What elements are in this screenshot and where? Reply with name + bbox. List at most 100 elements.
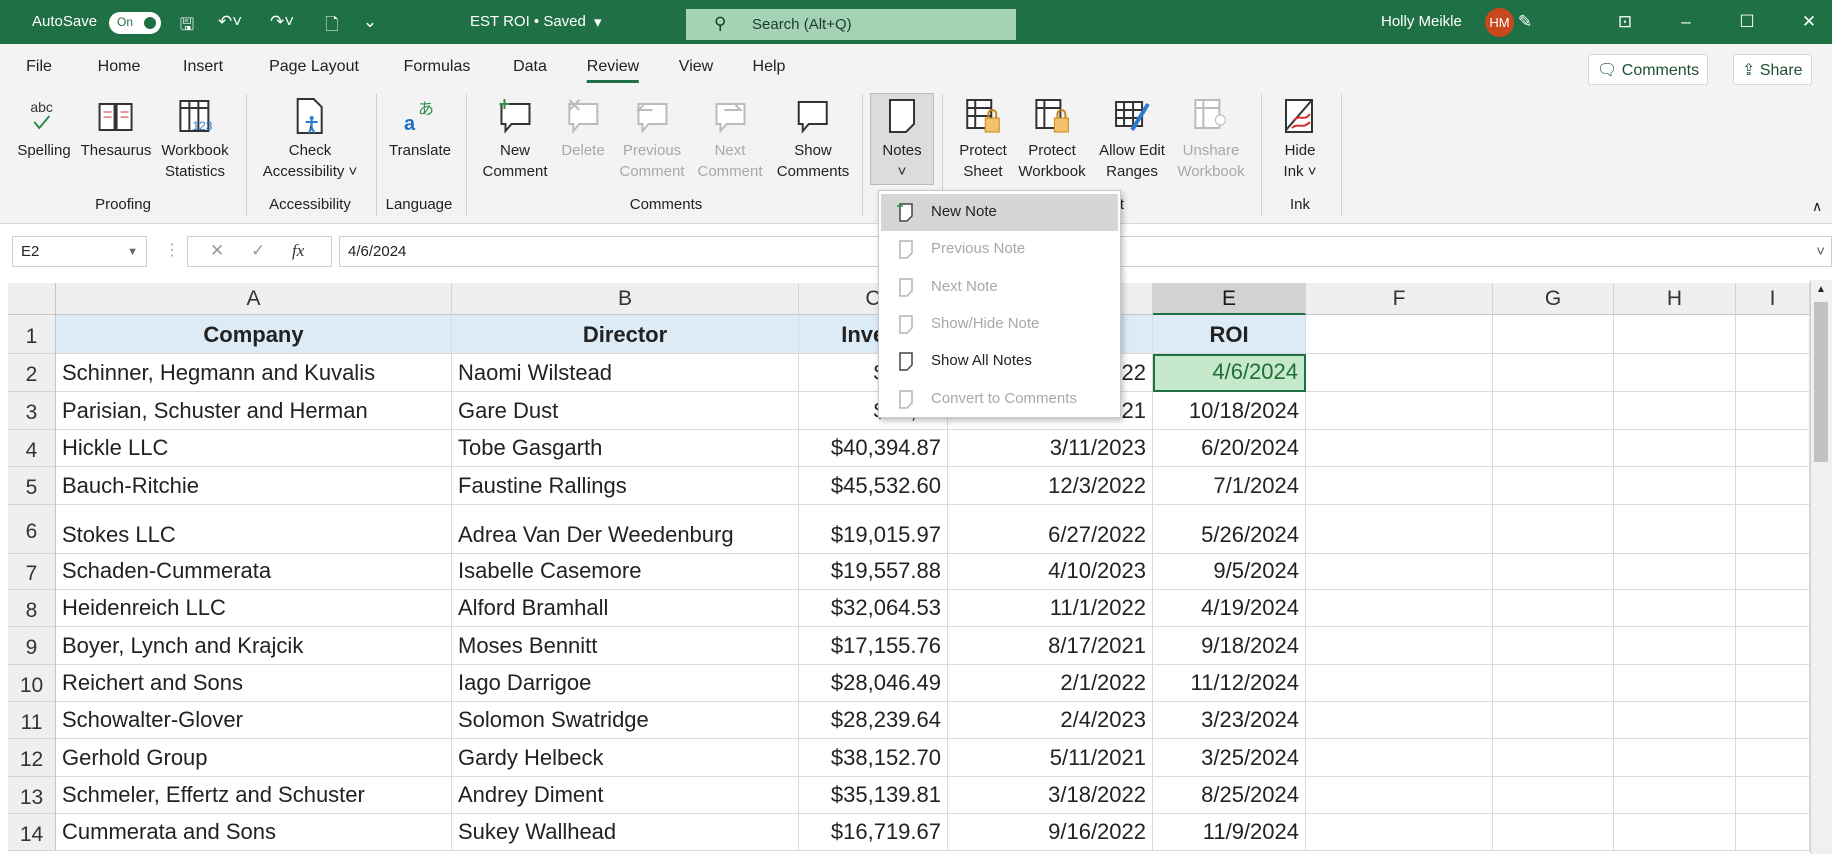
document-title[interactable]: EST ROI • Saved bbox=[470, 13, 586, 30]
protect-workbook-button[interactable]: Protect Workbook bbox=[1018, 96, 1086, 182]
next-comment-button[interactable]: Next Comment bbox=[697, 96, 763, 182]
cell[interactable] bbox=[1736, 554, 1810, 590]
chevron-down-icon[interactable]: ▾ bbox=[594, 13, 602, 31]
allow-edit-ranges-button[interactable]: Allow Edit Ranges bbox=[1099, 96, 1165, 182]
cell[interactable]: 12/3/2022 bbox=[948, 467, 1153, 505]
column-header-e[interactable]: E bbox=[1153, 283, 1306, 315]
column-header-h[interactable]: H bbox=[1614, 283, 1736, 315]
avatar[interactable]: HM bbox=[1485, 8, 1514, 37]
thesaurus-button[interactable]: Thesaurus bbox=[81, 96, 151, 161]
cell[interactable]: Schaden-Cummerata bbox=[56, 554, 452, 590]
cell[interactable] bbox=[1306, 665, 1493, 702]
cell[interactable] bbox=[1306, 505, 1493, 554]
cell[interactable] bbox=[1306, 814, 1493, 851]
save-icon[interactable]: 🖫 bbox=[175, 12, 199, 41]
cell[interactable] bbox=[1306, 430, 1493, 467]
cell[interactable]: $35,139.81 bbox=[799, 777, 948, 814]
cell[interactable]: 6/20/2024 bbox=[1153, 430, 1306, 467]
tab-review[interactable]: Review bbox=[586, 58, 640, 83]
cell[interactable] bbox=[1736, 505, 1810, 554]
cell[interactable] bbox=[1306, 392, 1493, 430]
cell[interactable] bbox=[1493, 392, 1614, 430]
cell[interactable] bbox=[1306, 354, 1493, 392]
cell[interactable] bbox=[1614, 665, 1736, 702]
cell[interactable]: Gardy Helbeck bbox=[452, 739, 799, 777]
cell[interactable]: Tobe Gasgarth bbox=[452, 430, 799, 467]
cell[interactable] bbox=[1306, 702, 1493, 739]
cell[interactable]: Schowalter-Glover bbox=[56, 702, 452, 739]
cell[interactable]: Reichert and Sons bbox=[56, 665, 452, 702]
cell[interactable]: $19,557.88 bbox=[799, 554, 948, 590]
cell[interactable] bbox=[1614, 739, 1736, 777]
row-header[interactable]: 13 bbox=[8, 777, 56, 814]
tab-formulas[interactable]: Formulas bbox=[404, 58, 471, 76]
cell[interactable]: Andrey Diment bbox=[452, 777, 799, 814]
cell[interactable] bbox=[1493, 814, 1614, 851]
cell[interactable]: 9/18/2024 bbox=[1153, 627, 1306, 665]
menu-item-next-note[interactable]: Next Note bbox=[881, 269, 1118, 306]
row-header[interactable]: 6 bbox=[8, 505, 56, 554]
tab-home[interactable]: Home bbox=[98, 58, 141, 76]
cell[interactable]: Sukey Wallhead bbox=[452, 814, 799, 851]
cell[interactable]: Isabelle Casemore bbox=[452, 554, 799, 590]
column-title-cell[interactable] bbox=[1493, 315, 1614, 354]
undo-icon[interactable]: ↶˅ bbox=[218, 12, 242, 32]
tab-insert[interactable]: Insert bbox=[183, 58, 223, 76]
tab-data[interactable]: Data bbox=[513, 58, 547, 76]
cell[interactable]: 11/12/2024 bbox=[1153, 665, 1306, 702]
cell[interactable]: Schmeler, Effertz and Schuster bbox=[56, 777, 452, 814]
name-box[interactable]: E2 ▼ bbox=[12, 236, 147, 267]
menu-item-convert-to-comments[interactable]: Convert to Comments bbox=[881, 381, 1118, 418]
show-comments-button[interactable]: Show Comments bbox=[777, 96, 849, 182]
vertical-scrollbar[interactable]: ▲ bbox=[1810, 280, 1832, 854]
cell[interactable]: Naomi Wilstead bbox=[452, 354, 799, 392]
cell[interactable] bbox=[1493, 739, 1614, 777]
column-title-cell[interactable]: ROI bbox=[1153, 315, 1306, 354]
minimize-icon[interactable]: – bbox=[1674, 12, 1698, 32]
pen-icon[interactable]: ✎ bbox=[1513, 12, 1537, 32]
user-name[interactable]: Holly Meikle bbox=[1381, 13, 1462, 30]
cell[interactable] bbox=[1493, 777, 1614, 814]
cell[interactable]: 2/1/2022 bbox=[948, 665, 1153, 702]
cell[interactable] bbox=[1493, 467, 1614, 505]
menu-item-show-hide-note[interactable]: Show/Hide Note bbox=[881, 306, 1118, 343]
cell[interactable]: 2/4/2023 bbox=[948, 702, 1153, 739]
cell[interactable] bbox=[1493, 430, 1614, 467]
cell[interactable]: Heidenreich LLC bbox=[56, 590, 452, 627]
row-header[interactable]: 12 bbox=[8, 739, 56, 777]
cell[interactable] bbox=[1736, 392, 1810, 430]
cell[interactable]: 3/11/2023 bbox=[948, 430, 1153, 467]
cell[interactable] bbox=[1614, 777, 1736, 814]
cell[interactable]: Adrea Van Der Weedenburg bbox=[452, 505, 799, 554]
cell[interactable]: Moses Bennitt bbox=[452, 627, 799, 665]
tab-file[interactable]: File bbox=[26, 58, 52, 76]
cell[interactable]: 8/17/2021 bbox=[948, 627, 1153, 665]
cell[interactable]: Schinner, Hegmann and Kuvalis bbox=[56, 354, 452, 392]
cell[interactable] bbox=[1306, 554, 1493, 590]
tab-help[interactable]: Help bbox=[753, 58, 786, 76]
cell[interactable]: Cummerata and Sons bbox=[56, 814, 452, 851]
cell[interactable]: Gerhold Group bbox=[56, 739, 452, 777]
row-header[interactable]: 9 bbox=[8, 627, 56, 665]
cell[interactable]: $16,719.67 bbox=[799, 814, 948, 851]
cell[interactable] bbox=[1306, 467, 1493, 505]
cell[interactable] bbox=[1614, 430, 1736, 467]
cell[interactable] bbox=[1493, 505, 1614, 554]
row-header[interactable]: 11 bbox=[8, 702, 56, 739]
column-title-cell[interactable] bbox=[1614, 315, 1736, 354]
row-header[interactable]: 10 bbox=[8, 665, 56, 702]
cell[interactable]: $40,394.87 bbox=[799, 430, 948, 467]
cell[interactable] bbox=[1736, 430, 1810, 467]
cell[interactable]: Parisian, Schuster and Herman bbox=[56, 392, 452, 430]
cell[interactable]: Bauch-Ritchie bbox=[56, 467, 452, 505]
cell[interactable] bbox=[1736, 467, 1810, 505]
new-file-icon[interactable]: 🗋 bbox=[320, 12, 344, 41]
cell[interactable] bbox=[1736, 702, 1810, 739]
select-all-corner[interactable] bbox=[8, 283, 56, 315]
column-title-cell[interactable]: Director bbox=[452, 315, 799, 354]
row-header[interactable]: 2 bbox=[8, 354, 56, 392]
cell[interactable]: $38,152.70 bbox=[799, 739, 948, 777]
enter-icon[interactable]: ✓ bbox=[251, 241, 265, 260]
cell[interactable]: Iago Darrigoe bbox=[452, 665, 799, 702]
row-header[interactable]: 5 bbox=[8, 467, 56, 505]
